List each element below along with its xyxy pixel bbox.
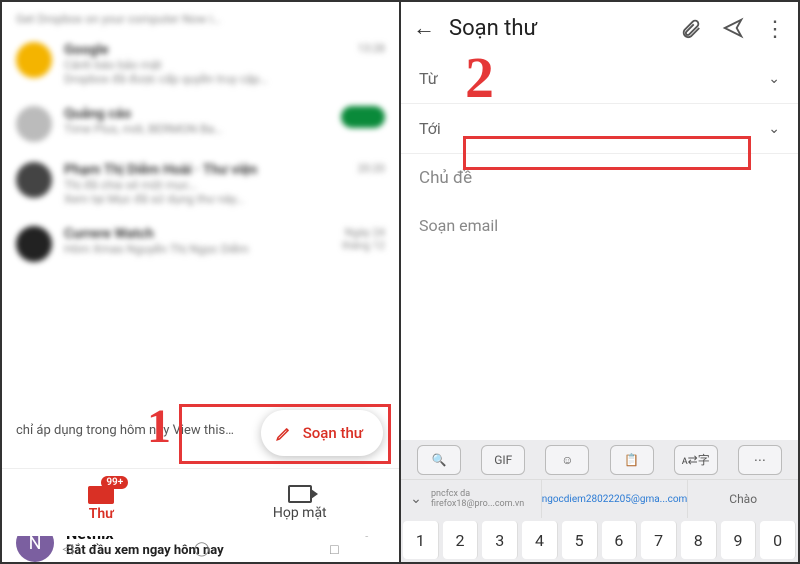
inbox-item[interactable]: Currere Watch Hôm Xmas Nguyễn Thị Ngọc D… bbox=[2, 216, 399, 272]
ad-badge bbox=[341, 106, 385, 128]
inbox-pane: Get Dropbox on your computer Now i… Goog… bbox=[2, 2, 401, 562]
video-icon bbox=[288, 485, 312, 503]
kb-emoji-icon[interactable]: ☺ bbox=[545, 445, 589, 475]
nav-back-icon[interactable]: ◁ bbox=[62, 541, 73, 557]
tab-mail[interactable]: 99+ Thư bbox=[2, 469, 201, 536]
send-icon[interactable] bbox=[722, 17, 744, 39]
inbox-item[interactable]: Google Cảnh báo bảo mật Dropbox đã được … bbox=[2, 32, 399, 96]
nav-home-icon[interactable]: ◯ bbox=[194, 541, 210, 557]
unread-badge: 99+ bbox=[101, 476, 128, 489]
suggestion-item[interactable]: ngocdiem28022205@gma...com bbox=[542, 480, 689, 518]
kb-translate-icon[interactable]: ᴀ⇄字 bbox=[674, 445, 718, 475]
avatar bbox=[16, 106, 52, 142]
inbox-item[interactable]: Quảng cáo Time Plus, mới, BERMON Ba… bbox=[2, 96, 399, 152]
annotation-step-1: 1 bbox=[147, 399, 171, 454]
avatar bbox=[16, 162, 52, 198]
attach-icon[interactable] bbox=[680, 17, 702, 39]
kb-gif-icon[interactable]: GIF bbox=[481, 445, 525, 475]
tab-meet[interactable]: Họp mặt bbox=[201, 469, 400, 536]
suggestion-item[interactable]: pncfcx da firefox18@pro...com.vn bbox=[431, 480, 542, 518]
back-arrow-icon[interactable]: ← bbox=[413, 15, 435, 41]
kb-more-icon[interactable]: ⋯ bbox=[738, 445, 782, 475]
kb-key[interactable]: 6 bbox=[602, 521, 638, 559]
chevron-down-icon[interactable]: ⌄ bbox=[768, 71, 780, 87]
annotation-step-2: 2 bbox=[465, 44, 494, 111]
nav-recent-icon[interactable]: □ bbox=[330, 541, 338, 558]
mail-icon: 99+ bbox=[88, 484, 114, 504]
keyboard-number-row: 1 2 3 4 5 6 7 8 9 0 bbox=[401, 518, 798, 562]
promo-banner: Get Dropbox on your computer Now i… bbox=[2, 6, 399, 32]
kb-key[interactable]: 7 bbox=[641, 521, 677, 559]
avatar bbox=[16, 226, 52, 262]
compose-toolbar: ← Soạn thư ⋮ bbox=[401, 2, 798, 54]
bottom-nav: 99+ Thư Họp mặt bbox=[2, 468, 399, 536]
keyboard-suggestions: ⌄ pncfcx da firefox18@pro...com.vn ngocd… bbox=[401, 480, 798, 518]
kb-key[interactable]: 4 bbox=[522, 521, 558, 559]
kb-key[interactable]: 0 bbox=[760, 521, 796, 559]
kb-clipboard-icon[interactable]: 📋 bbox=[610, 445, 654, 475]
kb-key[interactable]: 3 bbox=[482, 521, 518, 559]
kb-key[interactable]: 5 bbox=[562, 521, 598, 559]
from-field[interactable]: Từ ⌄ bbox=[401, 54, 798, 104]
chevron-down-icon[interactable]: ⌄ bbox=[768, 121, 780, 137]
annotation-box-1 bbox=[179, 404, 391, 464]
chevron-down-icon[interactable]: ⌄ bbox=[401, 480, 431, 518]
kb-key[interactable]: 1 bbox=[403, 521, 439, 559]
kb-key[interactable]: 8 bbox=[681, 521, 717, 559]
inbox-item[interactable]: Phạm Thị Diễm Hoài · Thư viện Thị đã chi… bbox=[2, 152, 399, 216]
body-input[interactable]: Soạn email bbox=[401, 202, 798, 249]
suggestion-item[interactable]: Chào bbox=[688, 480, 798, 518]
android-nav-bar: ◁ ◯ □ bbox=[2, 536, 399, 562]
keyboard-toolbar: 🔍 GIF ☺ 📋 ᴀ⇄字 ⋯ bbox=[401, 440, 798, 480]
annotation-box-2 bbox=[463, 136, 751, 170]
compose-pane: ← Soạn thư ⋮ Từ ⌄ Tới ⌄ Chủ đề Soạn emai… bbox=[401, 2, 798, 562]
kb-key[interactable]: 9 bbox=[721, 521, 757, 559]
kb-search-icon[interactable]: 🔍 bbox=[417, 445, 461, 475]
kb-key[interactable]: 2 bbox=[443, 521, 479, 559]
soft-keyboard: 🔍 GIF ☺ 📋 ᴀ⇄字 ⋯ ⌄ pncfcx da firefox18@pr… bbox=[401, 440, 798, 562]
more-menu-icon[interactable]: ⋮ bbox=[764, 17, 786, 39]
compose-title: Soạn thư bbox=[449, 16, 666, 41]
avatar bbox=[16, 42, 52, 78]
